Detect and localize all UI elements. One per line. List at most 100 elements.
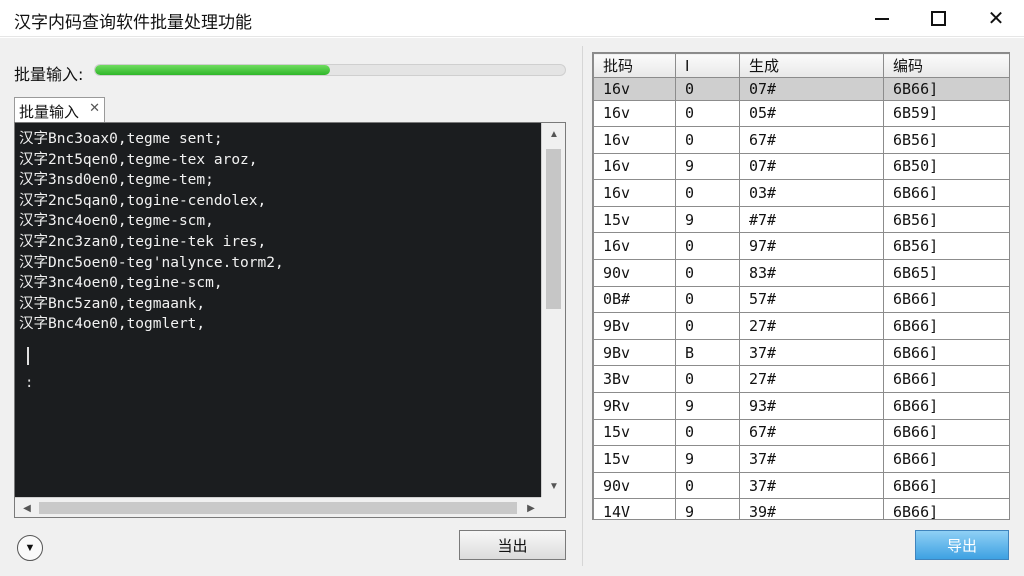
table-cell: 0 <box>675 126 740 154</box>
table-cell: 9 <box>675 152 740 181</box>
scrollbar-corner <box>541 497 565 517</box>
window-content: 批量输入: 批量输入 ✕ 汉字Bnc3oax0,tegme sent; 汉字2nt… <box>0 38 1024 576</box>
table-cell: 16v <box>593 179 676 207</box>
table-cell: 3Bv <box>593 365 676 394</box>
table-cell: 05# <box>739 99 884 128</box>
tab-batch-input[interactable]: 批量输入 ✕ <box>14 97 105 122</box>
scroll-right-icon[interactable]: ▶ <box>521 498 541 518</box>
table-cell: 9 <box>675 205 740 234</box>
table-cell: 6B56] <box>883 232 1009 261</box>
console-line: 汉字2nt5qen0,tegme-tex aroz, <box>19 151 258 168</box>
table-row[interactable]: 14V 9 39# 6B66] <box>593 498 1009 519</box>
tab-label: 批量输入 <box>19 103 80 121</box>
table-cell: 16v <box>593 99 676 128</box>
export-button-left[interactable]: 当出 <box>459 530 566 560</box>
table-cell: 6B66] <box>883 498 1009 519</box>
table-cell: 16v <box>593 232 676 261</box>
console-lines: 汉字Bnc3oax0,tegme sent; 汉字2nt5qen0,tegme-t… <box>19 129 539 335</box>
table-cell: B <box>675 338 740 367</box>
table-cell: 6B66] <box>883 445 1009 473</box>
table-cell: 6B66] <box>883 179 1009 207</box>
console-line: 汉字3nc4oen0,tegme-scm, <box>19 213 214 230</box>
table-cell: 14V <box>593 498 676 519</box>
console-line: 汉字Bnc4oen0,togmlert, <box>19 316 206 333</box>
export-button-right[interactable]: 导出 <box>915 530 1009 560</box>
text-caret <box>27 347 29 365</box>
table-row[interactable]: 0B# 0 57# 6B66] <box>593 285 1009 314</box>
table-cell: 15v <box>593 418 676 447</box>
maximize-button[interactable] <box>910 0 966 37</box>
progress-fill <box>95 65 330 75</box>
column-header-batch[interactable]: 批码 <box>593 53 676 78</box>
scroll-down-icon[interactable]: ▼ <box>542 477 566 495</box>
column-header-generate[interactable]: 生成 <box>739 53 884 78</box>
table-row[interactable]: 90v 0 83# 6B65] <box>593 259 1009 287</box>
table-cell: 0 <box>675 77 740 101</box>
batch-input-console[interactable]: 汉字Bnc3oax0,tegme sent; 汉字2nt5qen0,tegme-t… <box>14 122 566 518</box>
table-cell: 97# <box>739 232 884 261</box>
table-cell: 0 <box>675 471 740 500</box>
table-cell: 0 <box>675 285 740 314</box>
column-header-code[interactable]: 编码 <box>883 53 1009 78</box>
table-row[interactable]: 16v 0 05# 6B59] <box>593 99 1009 128</box>
table-cell: 9Bv <box>593 312 676 340</box>
table-row[interactable]: 16v 0 67# 6B56] <box>593 126 1009 154</box>
table-row[interactable]: 9Rv 9 93# 6B66] <box>593 392 1009 420</box>
panel-divider <box>582 46 583 566</box>
maximize-icon <box>930 11 946 26</box>
expand-button[interactable]: ▼ <box>17 535 43 561</box>
horizontal-scrollbar[interactable]: ◀ ▶ <box>15 497 541 517</box>
tab-close-icon[interactable]: ✕ <box>89 101 100 116</box>
table-cell: 9Bv <box>593 338 676 367</box>
table-cell: 37# <box>739 338 884 367</box>
table-cell: 67# <box>739 126 884 154</box>
table-cell: 9 <box>675 392 740 420</box>
table-row[interactable]: 9Bv B 37# 6B66] <box>593 338 1009 367</box>
minimize-button[interactable] <box>854 0 910 37</box>
results-table: 批码 I 生成 编码 16v 0 07# 6B66] 16v 0 05# 6B59] 16v 0 6… <box>593 53 1009 519</box>
table-cell: 37# <box>739 445 884 473</box>
progress-bar <box>94 64 566 76</box>
table-row[interactable]: 15v 0 67# 6B66] <box>593 418 1009 447</box>
table-cell: 83# <box>739 259 884 287</box>
table-cell: 90v <box>593 259 676 287</box>
table-row[interactable]: 16v 0 07# 6B66] <box>593 77 1009 101</box>
table-cell: 0 <box>675 365 740 394</box>
table-row[interactable]: 16v 0 03# 6B66] <box>593 179 1009 207</box>
scroll-up-icon[interactable]: ▲ <box>542 125 566 143</box>
table-row[interactable]: 15v 9 37# 6B66] <box>593 445 1009 473</box>
console-line: 汉字3nc4oen0,tegine-scm, <box>19 275 223 292</box>
table-row[interactable]: 3Bv 0 27# 6B66] <box>593 365 1009 394</box>
batch-input-label: 批量输入: <box>14 65 84 84</box>
table-cell: 0 <box>675 312 740 340</box>
left-panel: 批量输入: 批量输入 ✕ 汉字Bnc3oax0,tegme sent; 汉字2nt… <box>0 38 578 576</box>
column-header-i[interactable]: I <box>675 53 740 78</box>
table-cell: 0 <box>675 232 740 261</box>
table-cell: 90v <box>593 471 676 500</box>
vertical-scrollbar[interactable]: ▲ ▼ <box>541 123 565 497</box>
table-row[interactable]: 90v 0 37# 6B66] <box>593 471 1009 500</box>
table-cell: 0 <box>675 418 740 447</box>
table-cell: #7# <box>739 205 884 234</box>
horizontal-scroll-thumb[interactable] <box>39 502 517 514</box>
console-line: 汉字Bnc3oax0,tegme sent; <box>19 131 223 147</box>
table-cell: 6B66] <box>883 285 1009 314</box>
table-cell: 6B66] <box>883 338 1009 367</box>
table-row[interactable]: 16v 0 97# 6B56] <box>593 232 1009 261</box>
table-cell: 15v <box>593 205 676 234</box>
table-cell: 6B66] <box>883 392 1009 420</box>
scroll-left-icon[interactable]: ◀ <box>17 498 37 518</box>
vertical-scroll-thumb[interactable] <box>546 149 561 309</box>
table-row[interactable]: 15v 9 #7# 6B56] <box>593 205 1009 234</box>
table-cell: 9 <box>675 498 740 519</box>
table-cell: 6B59] <box>883 99 1009 128</box>
close-button[interactable]: ✕ <box>968 0 1024 37</box>
table-cell: 03# <box>739 179 884 207</box>
table-cell: 9Rv <box>593 392 676 420</box>
table-row[interactable]: 16v 9 07# 6B50] <box>593 152 1009 181</box>
table-cell: 27# <box>739 365 884 394</box>
console-line: 汉字2nc5qan0,togine-cendolex, <box>19 192 267 209</box>
table-cell: 6B66] <box>883 312 1009 340</box>
table-row[interactable]: 9Bv 0 27# 6B66] <box>593 312 1009 340</box>
console-line: 汉字Bnc5zan0,tegmaank, <box>19 295 206 312</box>
